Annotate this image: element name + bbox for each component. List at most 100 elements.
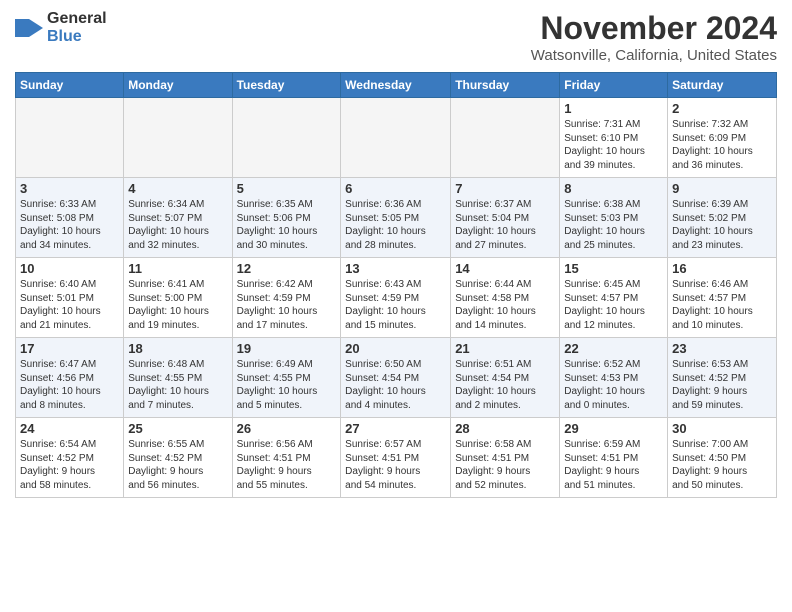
day-number: 23: [672, 341, 772, 356]
day-info: Sunrise: 6:35 AM Sunset: 5:06 PM Dayligh…: [237, 198, 337, 252]
day-number: 12: [237, 261, 337, 276]
calendar-cell: 23 Sunrise: 6:53 AM Sunset: 4:52 PM Dayli…: [668, 338, 777, 418]
calendar-cell: 10 Sunrise: 6:40 AM Sunset: 5:01 PM Dayli…: [16, 258, 124, 338]
calendar-cell: [16, 98, 124, 178]
calendar-cell: [451, 98, 560, 178]
calendar-cell: 18Sunrise: 6:48 AM Sunset: 4:55 PM Dayli…: [124, 338, 232, 418]
day-number: 6: [345, 181, 446, 196]
day-number: 13: [345, 261, 446, 276]
day-number: 4: [128, 181, 227, 196]
day-number: 25: [128, 421, 227, 436]
day-number: 21: [455, 341, 555, 356]
logo: General Blue: [15, 10, 107, 45]
day-info: Sunrise: 6:56 AM Sunset: 4:51 PM Dayligh…: [237, 438, 337, 492]
calendar-cell: 30 Sunrise: 7:00 AM Sunset: 4:50 PM Dayli…: [668, 418, 777, 498]
day-number: 17: [20, 341, 119, 356]
day-info: Sunrise: 7:00 AM Sunset: 4:50 PM Dayligh…: [672, 438, 772, 492]
calendar-week-row: 24 Sunrise: 6:54 AM Sunset: 4:52 PM Dayli…: [16, 418, 777, 498]
calendar-cell: 2Sunrise: 7:32 AM Sunset: 6:09 PM Daylig…: [668, 98, 777, 178]
calendar-cell: 4 Sunrise: 6:34 AM Sunset: 5:07 PM Daylig…: [124, 178, 232, 258]
calendar-header-row: Sunday Monday Tuesday Wednesday Thursday…: [16, 73, 777, 98]
month-title: November 2024: [531, 10, 777, 47]
col-saturday: Saturday: [668, 73, 777, 98]
calendar-cell: [124, 98, 232, 178]
calendar-cell: 3Sunrise: 6:33 AM Sunset: 5:08 PM Daylig…: [16, 178, 124, 258]
calendar-cell: 16Sunrise: 6:46 AM Sunset: 4:57 PM Dayli…: [668, 258, 777, 338]
day-number: 14: [455, 261, 555, 276]
day-info: Sunrise: 7:31 AM Sunset: 6:10 PM Dayligh…: [564, 118, 663, 172]
page-container: General Blue November 2024 Watsonville, …: [0, 0, 792, 503]
calendar-cell: 7Sunrise: 6:37 AM Sunset: 5:04 PM Daylig…: [451, 178, 560, 258]
day-number: 27: [345, 421, 446, 436]
logo-icon: [15, 19, 43, 37]
col-wednesday: Wednesday: [341, 73, 451, 98]
day-number: 24: [20, 421, 119, 436]
calendar-cell: [232, 98, 341, 178]
day-info: Sunrise: 6:40 AM Sunset: 5:01 PM Dayligh…: [20, 278, 119, 332]
day-info: Sunrise: 6:41 AM Sunset: 5:00 PM Dayligh…: [128, 278, 227, 332]
calendar-body: 1 Sunrise: 7:31 AM Sunset: 6:10 PM Daylig…: [16, 98, 777, 498]
col-sunday: Sunday: [16, 73, 124, 98]
logo-general: General: [47, 10, 107, 28]
calendar-cell: 29 Sunrise: 6:59 AM Sunset: 4:51 PM Dayli…: [560, 418, 668, 498]
day-number: 22: [564, 341, 663, 356]
logo-text: General Blue: [47, 10, 107, 45]
calendar-cell: 5 Sunrise: 6:35 AM Sunset: 5:06 PM Daylig…: [232, 178, 341, 258]
calendar-cell: 20 Sunrise: 6:50 AM Sunset: 4:54 PM Dayli…: [341, 338, 451, 418]
day-number: 15: [564, 261, 663, 276]
day-info: Sunrise: 6:39 AM Sunset: 5:02 PM Dayligh…: [672, 198, 772, 252]
day-info: Sunrise: 6:42 AM Sunset: 4:59 PM Dayligh…: [237, 278, 337, 332]
calendar-cell: 17 Sunrise: 6:47 AM Sunset: 4:56 PM Dayli…: [16, 338, 124, 418]
calendar-cell: 14 Sunrise: 6:44 AM Sunset: 4:58 PM Dayli…: [451, 258, 560, 338]
title-section: November 2024 Watsonville, California, U…: [531, 10, 777, 64]
day-info: Sunrise: 6:52 AM Sunset: 4:53 PM Dayligh…: [564, 358, 663, 412]
day-info: Sunrise: 6:57 AM Sunset: 4:51 PM Dayligh…: [345, 438, 446, 492]
page-header: General Blue November 2024 Watsonville, …: [15, 10, 777, 64]
day-number: 29: [564, 421, 663, 436]
col-monday: Monday: [124, 73, 232, 98]
calendar-week-row: 1 Sunrise: 7:31 AM Sunset: 6:10 PM Daylig…: [16, 98, 777, 178]
calendar-cell: 25 Sunrise: 6:55 AM Sunset: 4:52 PM Dayli…: [124, 418, 232, 498]
location: Watsonville, California, United States: [531, 47, 777, 64]
day-info: Sunrise: 6:53 AM Sunset: 4:52 PM Dayligh…: [672, 358, 772, 412]
day-info: Sunrise: 6:54 AM Sunset: 4:52 PM Dayligh…: [20, 438, 119, 492]
day-number: 30: [672, 421, 772, 436]
day-info: Sunrise: 6:55 AM Sunset: 4:52 PM Dayligh…: [128, 438, 227, 492]
day-info: Sunrise: 6:50 AM Sunset: 4:54 PM Dayligh…: [345, 358, 446, 412]
logo-blue: Blue: [47, 28, 107, 46]
calendar-week-row: 17 Sunrise: 6:47 AM Sunset: 4:56 PM Dayli…: [16, 338, 777, 418]
calendar-cell: 9Sunrise: 6:39 AM Sunset: 5:02 PM Daylig…: [668, 178, 777, 258]
day-number: 8: [564, 181, 663, 196]
day-info: Sunrise: 6:48 AM Sunset: 4:55 PM Dayligh…: [128, 358, 227, 412]
calendar-cell: 21 Sunrise: 6:51 AM Sunset: 4:54 PM Dayli…: [451, 338, 560, 418]
day-number: 5: [237, 181, 337, 196]
day-info: Sunrise: 6:44 AM Sunset: 4:58 PM Dayligh…: [455, 278, 555, 332]
day-number: 3: [20, 181, 119, 196]
calendar-cell: 22 Sunrise: 6:52 AM Sunset: 4:53 PM Dayli…: [560, 338, 668, 418]
calendar-cell: 13 Sunrise: 6:43 AM Sunset: 4:59 PM Dayli…: [341, 258, 451, 338]
day-number: 1: [564, 101, 663, 116]
calendar-cell: 1 Sunrise: 7:31 AM Sunset: 6:10 PM Daylig…: [560, 98, 668, 178]
day-info: Sunrise: 6:43 AM Sunset: 4:59 PM Dayligh…: [345, 278, 446, 332]
day-info: Sunrise: 7:32 AM Sunset: 6:09 PM Dayligh…: [672, 118, 772, 172]
calendar-cell: 15Sunrise: 6:45 AM Sunset: 4:57 PM Dayli…: [560, 258, 668, 338]
day-number: 10: [20, 261, 119, 276]
calendar-cell: 27 Sunrise: 6:57 AM Sunset: 4:51 PM Dayli…: [341, 418, 451, 498]
day-info: Sunrise: 6:37 AM Sunset: 5:04 PM Dayligh…: [455, 198, 555, 252]
day-info: Sunrise: 6:46 AM Sunset: 4:57 PM Dayligh…: [672, 278, 772, 332]
day-info: Sunrise: 6:59 AM Sunset: 4:51 PM Dayligh…: [564, 438, 663, 492]
day-info: Sunrise: 6:51 AM Sunset: 4:54 PM Dayligh…: [455, 358, 555, 412]
day-number: 20: [345, 341, 446, 356]
calendar-cell: 6 Sunrise: 6:36 AM Sunset: 5:05 PM Daylig…: [341, 178, 451, 258]
calendar-cell: 28Sunrise: 6:58 AM Sunset: 4:51 PM Dayli…: [451, 418, 560, 498]
day-info: Sunrise: 6:47 AM Sunset: 4:56 PM Dayligh…: [20, 358, 119, 412]
calendar-cell: 8 Sunrise: 6:38 AM Sunset: 5:03 PM Daylig…: [560, 178, 668, 258]
col-friday: Friday: [560, 73, 668, 98]
day-info: Sunrise: 6:34 AM Sunset: 5:07 PM Dayligh…: [128, 198, 227, 252]
col-thursday: Thursday: [451, 73, 560, 98]
day-info: Sunrise: 6:36 AM Sunset: 5:05 PM Dayligh…: [345, 198, 446, 252]
day-info: Sunrise: 6:38 AM Sunset: 5:03 PM Dayligh…: [564, 198, 663, 252]
calendar-table: Sunday Monday Tuesday Wednesday Thursday…: [15, 72, 777, 498]
calendar-week-row: 10 Sunrise: 6:40 AM Sunset: 5:01 PM Dayli…: [16, 258, 777, 338]
calendar-cell: 26Sunrise: 6:56 AM Sunset: 4:51 PM Dayli…: [232, 418, 341, 498]
